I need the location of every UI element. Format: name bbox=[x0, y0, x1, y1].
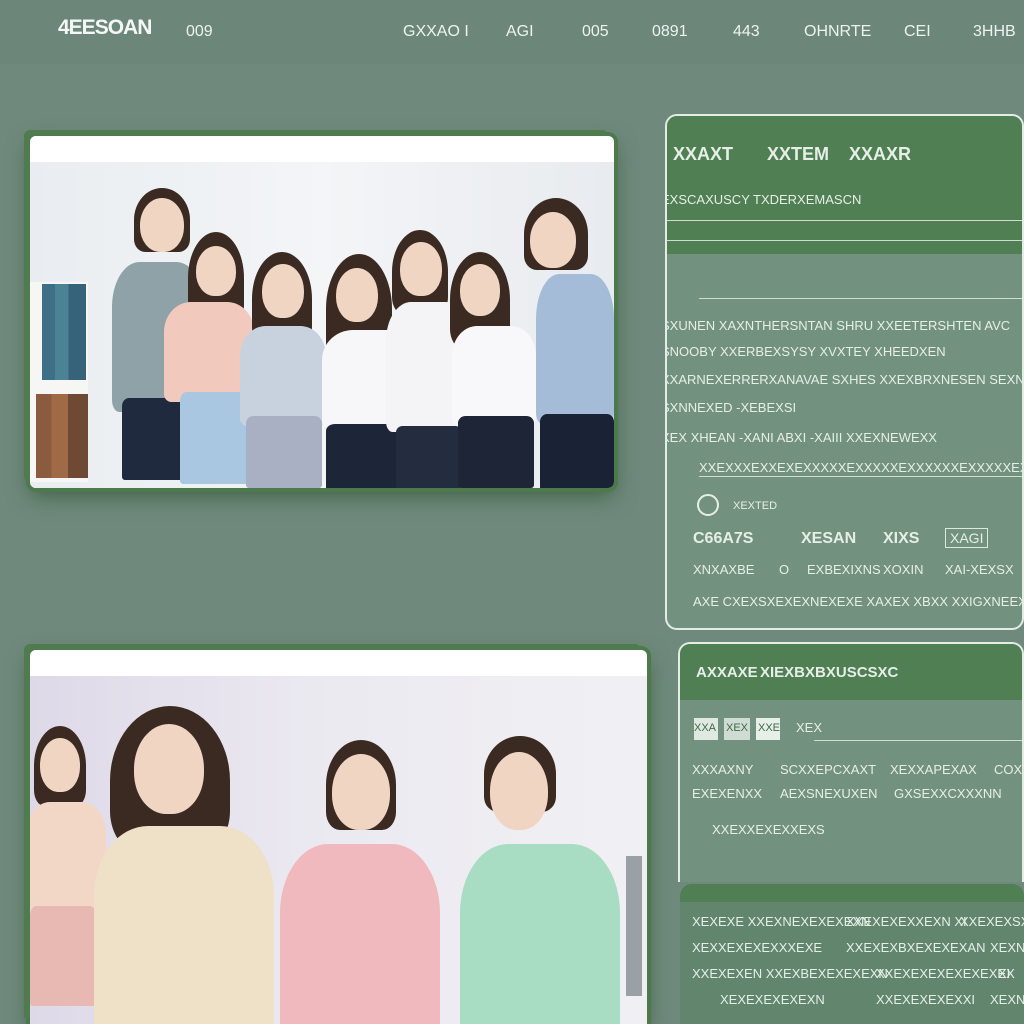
door-frame bbox=[626, 856, 642, 996]
book-row bbox=[36, 394, 88, 478]
portrait-photo bbox=[30, 676, 647, 1024]
panel-footer: AXE CXEXSXEXEXNEXEXE XAXEX XBXX XXIGXNEE… bbox=[693, 594, 1024, 609]
top-nav-bar: 4EESOAN 009 GXXAO I AGI 005 0891 443 OHN… bbox=[0, 0, 1024, 64]
panel-title-part: XIEXBXBXUSCSXC bbox=[760, 664, 899, 681]
book-row bbox=[42, 284, 86, 380]
radio-marker[interactable]: O bbox=[779, 562, 789, 577]
panel-subtitle: EXSCAXUSCY TXDERXEMASCN bbox=[665, 192, 862, 207]
panel-cell: XXXAXNY bbox=[692, 762, 754, 777]
logo[interactable]: 4EESOAN bbox=[58, 16, 152, 40]
nav-item-5[interactable]: 443 bbox=[733, 23, 760, 41]
panel-line: XXARNEXERRERXANAVAE SXHES XXEXBRXNESEN S… bbox=[665, 372, 1024, 387]
divider bbox=[699, 476, 1022, 477]
info-panel-header bbox=[680, 884, 1024, 902]
info-panel-secondary: AXXAXE XIEXBXBXUSCSXC XXA XEX XXE XEX XX… bbox=[678, 642, 1024, 882]
panel-cell: XEXXEXEXEXXXEXE bbox=[692, 940, 823, 955]
info-panel-header: XXAXT XXTEM XXAXR EXSCAXUSCY TXDERXEMASC… bbox=[667, 116, 1022, 254]
nav-item-1[interactable]: GXXAO I bbox=[403, 23, 469, 41]
icon-label: XEXTED bbox=[733, 500, 778, 512]
nav-item-2[interactable]: AGI bbox=[506, 23, 534, 41]
panel-cell: XXEXEXEN XXEXBEXEXEXEXN bbox=[692, 966, 888, 981]
divider bbox=[667, 240, 1022, 241]
panel-cell: XXEXEXEXEXEXEXEX bbox=[876, 966, 1015, 981]
photo-card-top-strip bbox=[30, 136, 614, 162]
panel-cell: COX bbox=[994, 762, 1023, 777]
panel-line: SNOOBY XXERBEXSYSY XVXTEY XHEEDXEN bbox=[665, 344, 946, 359]
panel-cell: XXEXEXSX bbox=[960, 914, 1024, 929]
photo-card-top-strip bbox=[30, 650, 647, 676]
info-icon[interactable] bbox=[697, 494, 719, 516]
nav-item-3[interactable]: 005 bbox=[582, 23, 609, 41]
nav-item-8[interactable]: 3HHB bbox=[973, 23, 1016, 41]
panel-cell: XXEXXEXEXXEXS bbox=[712, 822, 825, 837]
toolbar-icon-label: XXE bbox=[758, 722, 781, 734]
panel-cell: XEXXAPEXAX bbox=[890, 762, 977, 777]
panel-cell: XEXN bbox=[990, 940, 1024, 955]
divider bbox=[699, 298, 1022, 299]
panel-line: XEX XHEAN -XANI ABXI -XAIII XXEXNEWEXX bbox=[665, 430, 937, 445]
panel-line: SXNNEXED -XEBEXSI bbox=[665, 400, 797, 415]
divider bbox=[814, 740, 1022, 741]
panel-cell: XEXEXEXEXEXN bbox=[720, 992, 825, 1007]
nav-item-first[interactable]: 009 bbox=[186, 23, 213, 41]
panel-title-part: XXTEM bbox=[767, 144, 830, 164]
panel-line: SXUNEN XAXNTHERSNTAN SHRU XXEETERSHTEN A… bbox=[665, 318, 1011, 333]
toolbar-icon-label: XXA bbox=[694, 722, 717, 734]
panel-cell: XEXEXE XXEXNEXEXEXEXN bbox=[692, 914, 871, 929]
panel-cell: XEXN bbox=[990, 992, 1024, 1007]
meta-text: XAI-XEXSX bbox=[945, 562, 1014, 577]
info-panel-primary: XXAXT XXTEM XXAXR EXSCAXUSCY TXDERXEMASC… bbox=[665, 114, 1024, 630]
panel-cell: XI bbox=[998, 966, 1011, 981]
stat-badge[interactable]: XAGI bbox=[945, 528, 989, 548]
photo-card-group[interactable] bbox=[30, 136, 614, 488]
photo-card-portraits[interactable] bbox=[30, 650, 647, 1024]
meta-text: EXBEXIXNS bbox=[807, 562, 881, 577]
meta-text: XOXIN bbox=[883, 562, 924, 577]
panel-title-part: AXXAXE bbox=[696, 664, 758, 681]
toolbar-icon-label: XEX bbox=[726, 722, 749, 734]
meta-text: XNXAXBE bbox=[693, 562, 755, 577]
info-panel-header: AXXAXE XIEXBXBXUSCSXC bbox=[680, 644, 1022, 700]
nav-item-4[interactable]: 0891 bbox=[652, 23, 688, 41]
panel-title-part: XXAXT bbox=[673, 144, 734, 164]
panel-cell: XXEXEXEXEXXI bbox=[876, 992, 975, 1007]
nav-item-7[interactable]: CEI bbox=[904, 23, 931, 41]
stat-value: C66A7S bbox=[693, 530, 754, 547]
panel-cell: SCXXEPCXAXT bbox=[780, 762, 877, 777]
panel-cell: GXSEXXCXXXNN bbox=[894, 786, 1002, 801]
panel-title-part: XXAXR bbox=[849, 144, 912, 164]
toolbar-label: XEX bbox=[796, 720, 823, 735]
panel-cell: XXEXEXEXXEXN XI bbox=[846, 914, 967, 929]
panel-cell: XXEXEXBXEXEXEXAN bbox=[846, 940, 986, 955]
nav-item-6[interactable]: OHNRTE bbox=[804, 23, 871, 41]
stat-value: XESAN bbox=[801, 530, 857, 547]
divider bbox=[667, 220, 1022, 221]
panel-cell: AEXSNEXUXEN bbox=[780, 786, 878, 801]
group-photo bbox=[30, 162, 614, 488]
info-panel-tertiary: XEXEXE XXEXNEXEXEXEXN XXEXEXEXXEXN XI XX… bbox=[680, 884, 1024, 1024]
stat-value: XIXS bbox=[883, 530, 920, 547]
panel-line[interactable]: XXEXXXEXXEXEXXXXXEXXXXXEXXXXXXEXXXXXEXXX… bbox=[699, 460, 1022, 475]
panel-cell: EXEXENXX bbox=[692, 786, 763, 801]
